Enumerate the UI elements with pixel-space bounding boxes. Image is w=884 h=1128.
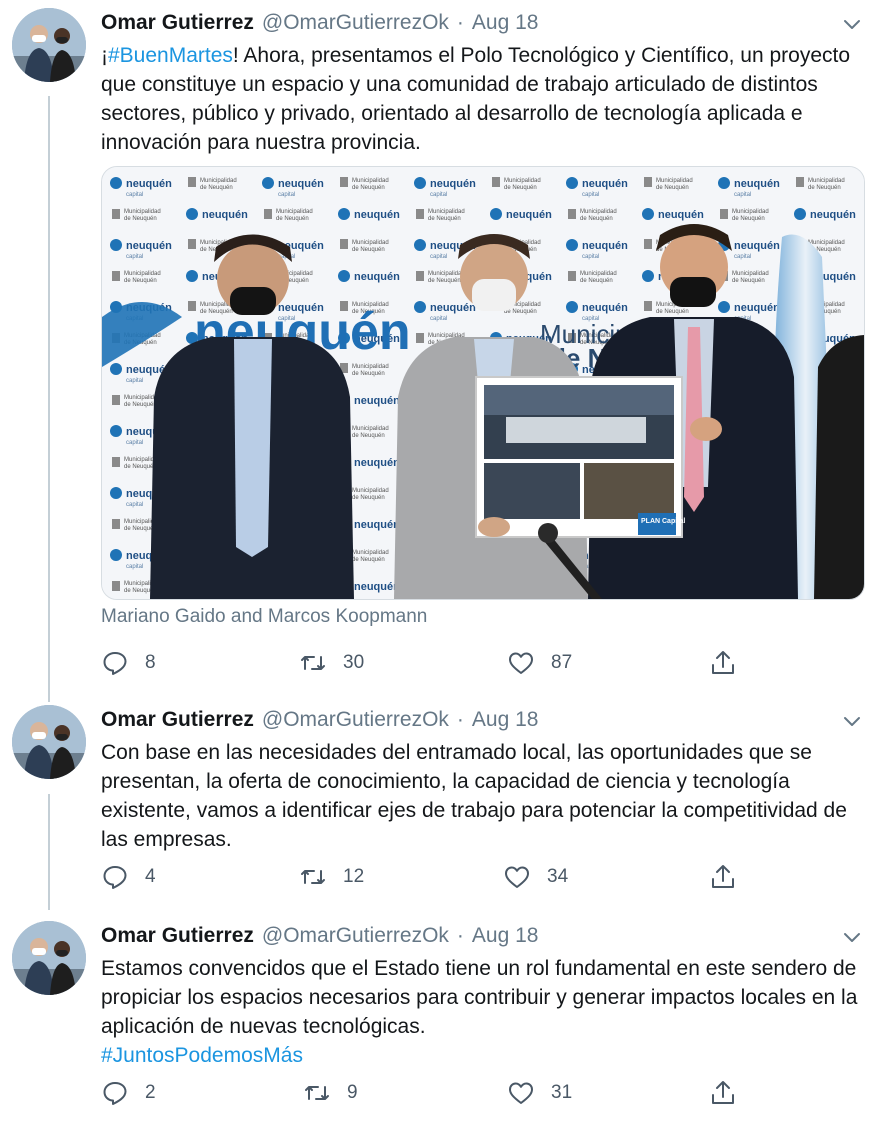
tweet[interactable]: Omar Gutierrez @OmarGutierrezOk · Aug 18… xyxy=(0,8,884,688)
retweet-button[interactable]: 12 xyxy=(299,863,364,891)
tweet-actions: 8 30 87 xyxy=(101,649,761,679)
retweet-count: 30 xyxy=(343,652,365,673)
heart-icon xyxy=(509,652,533,674)
share-icon xyxy=(712,651,734,674)
tweet-text: Con base en las necesidades del entramad… xyxy=(101,741,847,851)
heart-icon xyxy=(505,866,529,888)
reply-count: 4 xyxy=(145,866,156,887)
separator-dot: · xyxy=(456,708,464,731)
share-icon xyxy=(712,1081,734,1104)
author-handle[interactable]: @OmarGutierrezOk xyxy=(262,708,449,732)
separator-dot: · xyxy=(456,11,464,34)
like-count: 87 xyxy=(551,652,573,673)
avatar-photo xyxy=(12,8,86,82)
avatar[interactable] xyxy=(12,705,86,779)
retweet-button[interactable]: 9 xyxy=(303,1079,358,1107)
tweet-photo[interactable]: neuquén capital Municipalidad de Neuquén… xyxy=(101,166,865,600)
retweet-count: 9 xyxy=(347,1082,358,1103)
reply-button[interactable]: 8 xyxy=(101,649,156,677)
reply-icon xyxy=(103,866,127,889)
board-label: PLAN Capital xyxy=(641,518,685,525)
retweet-button[interactable]: 30 xyxy=(299,649,364,677)
reply-icon xyxy=(103,1082,127,1105)
tweet-text: ¡#BuenMartes! Ahora, presentamos el Polo… xyxy=(101,41,871,157)
retweet-icon xyxy=(301,656,325,670)
tweet-header: Omar Gutierrez @OmarGutierrezOk · Aug 18 xyxy=(101,705,538,735)
separator-dot: · xyxy=(456,924,464,947)
reply-icon xyxy=(103,652,127,675)
chevron-down-icon[interactable] xyxy=(842,711,862,731)
chevron-down-icon[interactable] xyxy=(842,14,862,34)
retweet-icon xyxy=(305,1086,329,1100)
tweet-date[interactable]: Aug 18 xyxy=(472,708,539,732)
tweet[interactable]: Omar Gutierrez @OmarGutierrezOk · Aug 18… xyxy=(0,705,884,905)
avatar-photo xyxy=(12,921,86,995)
tweet-header: Omar Gutierrez @OmarGutierrezOk · Aug 18 xyxy=(101,8,538,38)
avatar[interactable] xyxy=(12,921,86,995)
author-handle[interactable]: @OmarGutierrezOk xyxy=(262,924,449,948)
tweet-actions: 2 9 31 xyxy=(101,1079,761,1109)
hashtag-link[interactable]: #BuenMartes xyxy=(108,44,233,67)
author-name[interactable]: Omar Gutierrez xyxy=(101,708,254,732)
reply-button[interactable]: 4 xyxy=(101,863,156,891)
like-button[interactable]: 31 xyxy=(507,1079,572,1107)
tweet-date[interactable]: Aug 18 xyxy=(472,11,539,35)
tweet-date[interactable]: Aug 18 xyxy=(472,924,539,948)
author-name[interactable]: Omar Gutierrez xyxy=(101,924,254,948)
like-button[interactable]: 34 xyxy=(503,863,568,891)
tweet-text-prefix: ¡ xyxy=(101,44,108,67)
press-photo: neuquén capital Municipalidad de Neuquén… xyxy=(102,167,864,599)
retweet-icon xyxy=(301,870,325,884)
like-button[interactable]: 87 xyxy=(507,649,572,677)
hashtag-link[interactable]: #JuntosPodemosMás xyxy=(101,1044,303,1067)
tweet[interactable]: Omar Gutierrez @OmarGutierrezOk · Aug 18… xyxy=(0,921,884,1121)
tweet-text: Estamos convencidos que el Estado tiene … xyxy=(101,954,871,1070)
retweet-count: 12 xyxy=(343,866,365,887)
reply-count: 8 xyxy=(145,652,156,673)
like-count: 34 xyxy=(547,866,569,887)
tweet-text-body: Estamos convencidos que el Estado tiene … xyxy=(101,957,858,1038)
like-count: 31 xyxy=(551,1082,573,1103)
avatar[interactable] xyxy=(12,8,86,82)
share-button[interactable] xyxy=(709,649,753,677)
photo-caption[interactable]: Mariano Gaido and Marcos Koopmann xyxy=(101,606,427,628)
chevron-down-icon[interactable] xyxy=(842,927,862,947)
share-button[interactable] xyxy=(709,863,753,891)
reply-count: 2 xyxy=(145,1082,156,1103)
reply-button[interactable]: 2 xyxy=(101,1079,156,1107)
author-handle[interactable]: @OmarGutierrezOk xyxy=(262,11,449,35)
avatar-photo xyxy=(12,705,86,779)
heart-icon xyxy=(509,1082,533,1104)
share-icon xyxy=(712,865,734,888)
tweet-header: Omar Gutierrez @OmarGutierrezOk · Aug 18 xyxy=(101,921,538,951)
author-name[interactable]: Omar Gutierrez xyxy=(101,11,254,35)
share-button[interactable] xyxy=(709,1079,753,1107)
tweet-actions: 4 12 34 xyxy=(101,863,761,893)
